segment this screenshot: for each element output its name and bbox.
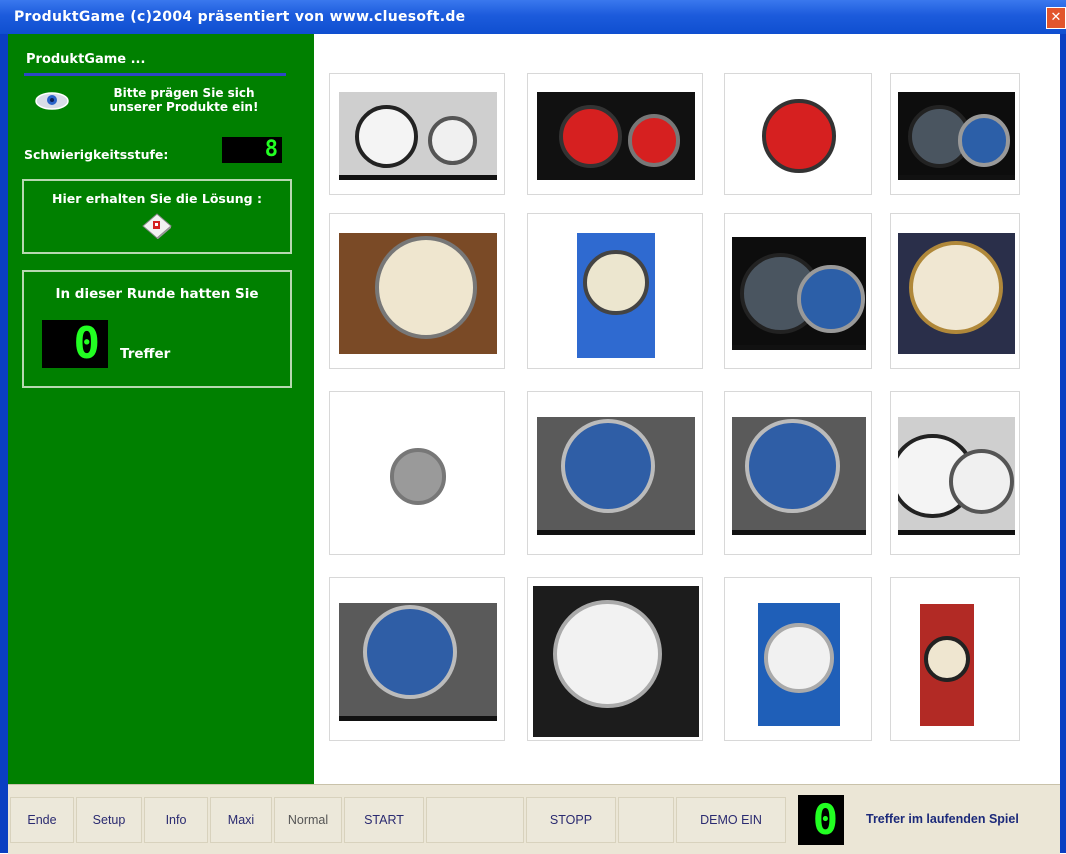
- watch-dial: [909, 240, 1003, 335]
- blank-button-2[interactable]: [618, 797, 674, 843]
- product-grid: [314, 34, 1060, 784]
- watch-dial: [923, 635, 970, 682]
- difficulty-label: Schwierigkeitsstufe:: [24, 147, 169, 162]
- round-result-panel: In dieser Runde hatten Sie 0 Treffer: [22, 270, 292, 388]
- watch-image: [897, 416, 1015, 535]
- window-frame-right: [1060, 34, 1066, 853]
- watch-image: [338, 92, 498, 181]
- watch-image: [577, 232, 655, 358]
- product-card[interactable]: [527, 391, 703, 555]
- product-card[interactable]: [724, 577, 872, 741]
- product-card[interactable]: [527, 577, 703, 741]
- watch-dial: [428, 116, 478, 166]
- product-card[interactable]: [527, 213, 703, 369]
- watch-dial: [957, 114, 1011, 167]
- info-button[interactable]: Info: [144, 797, 208, 843]
- watch-image-caption-bar: [536, 529, 696, 535]
- watch-image: [919, 604, 975, 726]
- watch-image: [732, 416, 866, 535]
- game-hits-label: Treffer im laufenden Spiel: [866, 812, 1019, 826]
- watch-dial: [559, 104, 623, 168]
- product-card[interactable]: [890, 577, 1020, 741]
- watch-dial: [374, 236, 477, 339]
- window-title: ProduktGame (c)2004 präsentiert von www.…: [14, 9, 466, 25]
- watch-image: [338, 232, 498, 355]
- solution-card-icon[interactable]: [142, 213, 172, 239]
- hits-label: Treffer: [120, 346, 171, 362]
- watch-image: [536, 416, 696, 535]
- product-card[interactable]: [724, 213, 872, 369]
- watch-dial: [797, 265, 865, 333]
- watch-image-caption-bar: [536, 175, 696, 181]
- watch-image: [754, 92, 844, 181]
- watch-image-caption-bar: [732, 344, 866, 350]
- watch-dial: [560, 418, 656, 514]
- maxi-button[interactable]: Maxi: [210, 797, 272, 843]
- watch-dial: [745, 418, 840, 514]
- product-card[interactable]: [329, 391, 505, 555]
- watch-image-caption-bar: [338, 715, 498, 721]
- difficulty-display[interactable]: 8: [222, 137, 282, 163]
- watch-dial: [389, 448, 447, 505]
- watch-image: [382, 421, 454, 537]
- sidebar-title: ProduktGame ...: [26, 52, 146, 67]
- product-card[interactable]: [890, 391, 1020, 555]
- watch-dial: [948, 448, 1015, 515]
- setup-button[interactable]: Setup: [76, 797, 142, 843]
- product-card[interactable]: [724, 73, 872, 195]
- blank-button-1[interactable]: [426, 797, 524, 843]
- close-icon[interactable]: ✕: [1046, 7, 1066, 29]
- product-card[interactable]: [890, 73, 1020, 195]
- stopp-button[interactable]: STOPP: [526, 797, 616, 843]
- window-frame-left: [0, 34, 8, 853]
- watch-image-caption-bar: [338, 175, 498, 181]
- watch-image-caption-bar: [897, 529, 1015, 535]
- round-hits-display: 0: [42, 320, 108, 368]
- watch-image: [897, 92, 1015, 181]
- sidebar-divider: [24, 73, 286, 76]
- watch-dial: [762, 99, 836, 174]
- watch-image-caption-bar: [732, 529, 866, 535]
- round-label: In dieser Runde hatten Sie: [55, 286, 259, 302]
- watch-image: [533, 586, 699, 738]
- title-bar: ProduktGame (c)2004 präsentiert von www.…: [0, 0, 1066, 34]
- watch-dial: [354, 104, 418, 168]
- product-card[interactable]: [329, 577, 505, 741]
- watch-dial: [764, 623, 834, 693]
- watch-image: [897, 232, 1015, 355]
- solution-label: Hier erhalten Sie die Lösung :: [52, 191, 262, 206]
- eye-icon: [35, 92, 69, 110]
- watch-dial: [627, 114, 681, 167]
- ende-button[interactable]: Ende: [10, 797, 74, 843]
- watch-image-caption-bar: [897, 175, 1015, 181]
- start-button[interactable]: START: [344, 797, 424, 843]
- sidebar: ProduktGame ... Bitte prägen Sie sich un…: [8, 34, 314, 784]
- memorize-hint: Bitte prägen Sie sich unserer Produkte e…: [109, 86, 259, 114]
- normal-button[interactable]: Normal: [274, 797, 342, 843]
- watch-image: [338, 602, 498, 721]
- product-card[interactable]: [329, 73, 505, 195]
- watch-dial: [583, 250, 649, 316]
- bottom-toolbar: Ende Setup Info Maxi Normal START STOPP …: [8, 784, 1060, 854]
- demo-button[interactable]: DEMO EIN: [676, 797, 786, 843]
- watch-dial: [553, 599, 663, 709]
- product-card[interactable]: [724, 391, 872, 555]
- product-card[interactable]: [527, 73, 703, 195]
- solution-panel[interactable]: Hier erhalten Sie die Lösung :: [22, 179, 292, 254]
- watch-image: [757, 602, 841, 726]
- product-card[interactable]: [890, 213, 1020, 369]
- watch-dial: [362, 604, 458, 700]
- watch-image: [536, 92, 696, 181]
- watch-image: [732, 237, 866, 350]
- product-card[interactable]: [329, 213, 505, 369]
- game-hits-display: 0: [798, 795, 844, 845]
